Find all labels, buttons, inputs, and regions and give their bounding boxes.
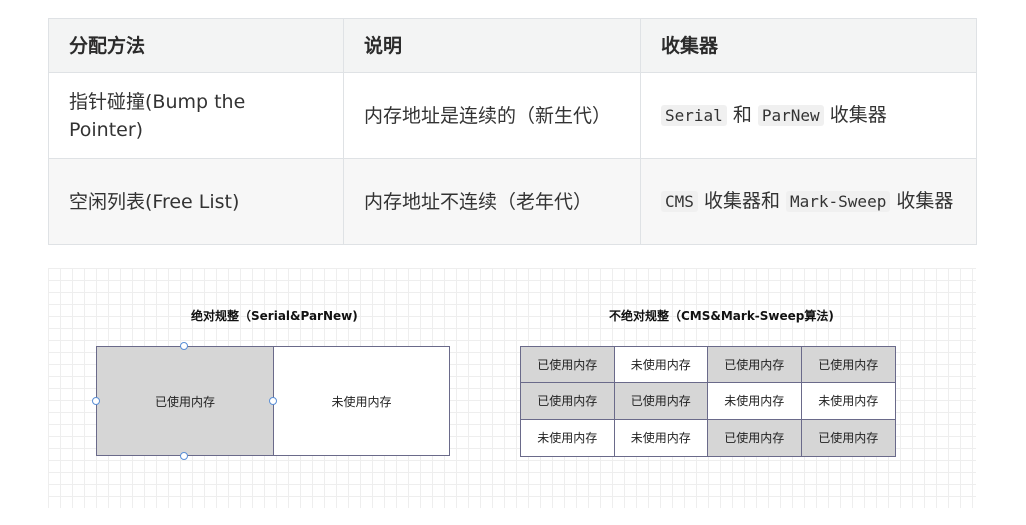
used-memory-cell[interactable]: 已使用内存 — [521, 383, 615, 420]
inline-code: ParNew — [757, 105, 824, 126]
used-memory-cell[interactable]: 已使用内存 — [708, 419, 802, 456]
used-memory-cell[interactable]: 已使用内存 — [614, 383, 708, 420]
free-memory-cell[interactable]: 未使用内存 — [614, 419, 708, 456]
used-memory-cell[interactable]: 已使用内存 — [708, 347, 802, 384]
cell-collector: CMS 收集器和 Mark-Sweep 收集器 — [640, 158, 977, 245]
cell-text: 收集器 — [823, 104, 887, 126]
free-memory-cell[interactable]: 未使用内存 — [614, 347, 708, 384]
table-header-row: 分配方法 说明 收集器 — [48, 18, 977, 73]
free-memory-cell[interactable]: 未使用内存 — [708, 383, 802, 420]
cell-text: 收集器和 — [697, 190, 786, 212]
fragmented-memory-grid[interactable]: 已使用内存 未使用内存 已使用内存 已使用内存 已使用内存 已使用内存 未使用内存 未使用内存… — [520, 346, 896, 457]
fragmented-diagram-title: 不绝对规整（CMS&Mark-Sweep算法) — [609, 309, 834, 323]
header-collector: 收集器 — [640, 18, 977, 73]
cell-collector: Serial 和 ParNew 收集器 — [640, 72, 977, 159]
cell-method: 指针碰撞(Bump the Pointer) — [48, 72, 344, 159]
resize-handle-left[interactable] — [92, 397, 100, 405]
cell-description: 内存地址不连续（老年代） — [343, 158, 641, 245]
allocation-methods-table: 分配方法 说明 收集器 指针碰撞(Bump the Pointer) 内存地址是… — [48, 18, 977, 245]
resize-handle-bottom[interactable] — [180, 452, 188, 460]
used-memory-region[interactable]: 已使用内存 — [97, 347, 274, 455]
used-memory-cell[interactable]: 已使用内存 — [801, 419, 895, 456]
free-memory-cell[interactable]: 未使用内存 — [801, 383, 895, 420]
table-row: 指针碰撞(Bump the Pointer) 内存地址是连续的（新生代） Ser… — [48, 72, 977, 159]
inline-code: Serial — [661, 105, 727, 126]
cell-method: 空闲列表(Free List) — [48, 158, 344, 245]
free-memory-cell[interactable]: 未使用内存 — [521, 419, 615, 456]
resize-handle-top[interactable] — [180, 342, 188, 350]
cell-description: 内存地址是连续的（新生代） — [343, 72, 641, 159]
table-row: 空闲列表(Free List) 内存地址不连续（老年代） CMS 收集器和 Ma… — [48, 158, 977, 245]
inline-code: Mark-Sweep — [786, 191, 891, 212]
cell-text: 和 — [726, 104, 758, 126]
cell-text: 收集器 — [890, 190, 954, 212]
inline-code: CMS — [661, 191, 698, 212]
contiguous-diagram-title: 绝对规整（Serial&ParNew) — [191, 309, 358, 323]
free-memory-region[interactable]: 未使用内存 — [274, 347, 449, 455]
resize-handle-right[interactable] — [269, 397, 277, 405]
used-memory-cell[interactable]: 已使用内存 — [801, 347, 895, 384]
used-memory-cell[interactable]: 已使用内存 — [521, 347, 615, 384]
header-description: 说明 — [343, 18, 641, 73]
diagram-canvas: 绝对规整（Serial&ParNew) 不绝对规整（CMS&Mark-Sweep… — [48, 268, 976, 508]
header-method: 分配方法 — [48, 18, 344, 73]
